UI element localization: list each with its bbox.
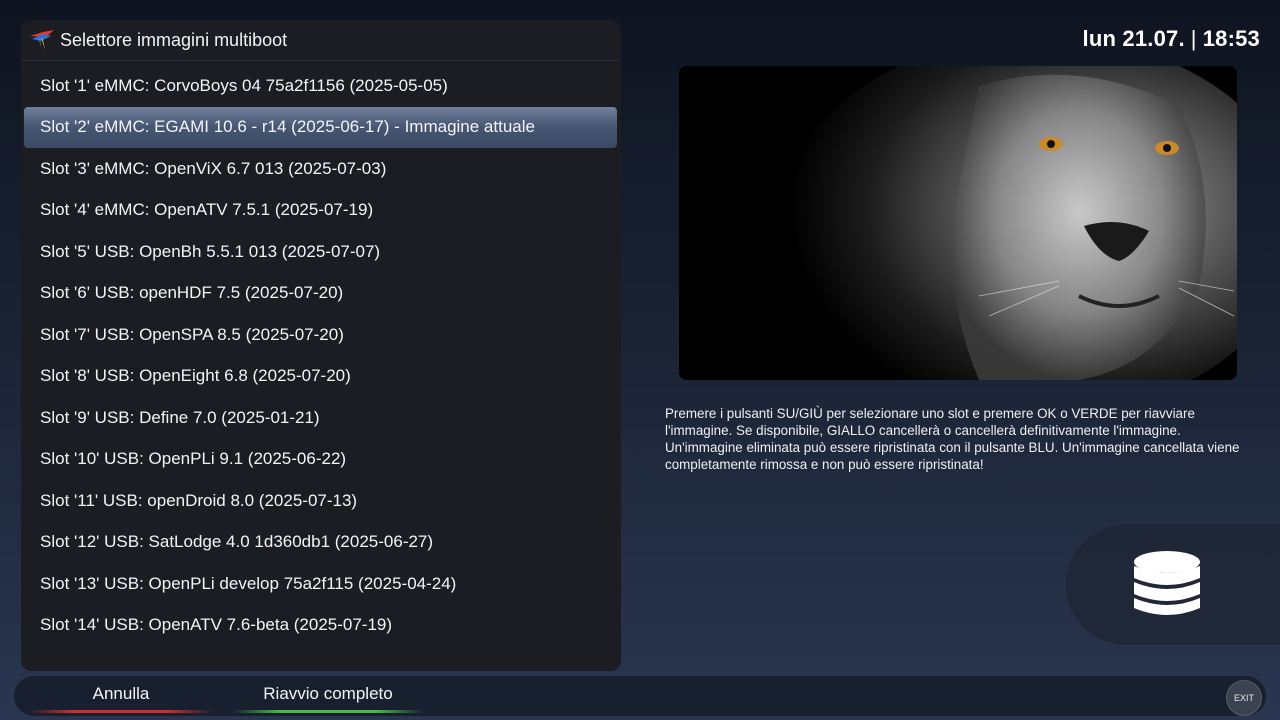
- help-text: Premere i pulsanti SU/GIÙ per selezionar…: [665, 406, 1240, 472]
- clock: lun 21.07. | 18:53: [1083, 26, 1260, 52]
- slot-list-item[interactable]: Slot '4' eMMC: OpenATV 7.5.1 (2025-07-19…: [24, 190, 617, 232]
- clock-date: lun 21.07.: [1082, 26, 1185, 51]
- slot-list-item[interactable]: Slot '14' USB: OpenATV 7.6-beta (2025-07…: [24, 605, 617, 647]
- slot-label: Slot '12' USB: SatLodge 4.0 1d360db1 (20…: [40, 532, 434, 552]
- slot-list-item[interactable]: Slot '5' USB: OpenBh 5.5.1 013 (2025-07-…: [24, 231, 617, 273]
- slot-list-item[interactable]: Slot '3' eMMC: OpenViX 6.7 013 (2025-07-…: [24, 148, 617, 190]
- slot-label: Slot '11' USB: openDroid 8.0 (2025-07-13…: [40, 490, 358, 510]
- slot-list-item[interactable]: Slot '2' eMMC: EGAMI 10.6 - r14 (2025-06…: [24, 106, 617, 148]
- red-key-indicator: [28, 710, 214, 713]
- full-reboot-button[interactable]: Riavvio completo: [232, 676, 424, 716]
- slot-label: Slot '13' USB: OpenPLi develop 75a2f115 …: [40, 573, 457, 593]
- storage-badge: [1066, 525, 1280, 645]
- slot-list-item[interactable]: Slot '7' USB: OpenSPA 8.5 (2025-07-20): [24, 314, 617, 356]
- slot-label: Slot '2' eMMC: EGAMI 10.6 - r14 (2025-06…: [40, 117, 535, 137]
- green-key-indicator: [232, 710, 424, 713]
- slot-label: Slot '8' USB: OpenEight 6.8 (2025-07-20): [40, 366, 351, 386]
- slot-label: Slot '5' USB: OpenBh 5.5.1 013 (2025-07-…: [40, 241, 381, 261]
- slot-label: Slot '3' eMMC: OpenViX 6.7 013 (2025-07-…: [40, 158, 387, 178]
- lion-image: [679, 66, 1237, 380]
- bottom-bar: Annulla Riavvio completo: [14, 676, 1266, 716]
- slot-list-item[interactable]: Slot '8' USB: OpenEight 6.8 (2025-07-20): [24, 356, 617, 398]
- slot-list-item[interactable]: Slot '9' USB: Define 7.0 (2025-01-21): [24, 397, 617, 439]
- database-icon: [1134, 551, 1200, 615]
- slot-list-item[interactable]: Slot '10' USB: OpenPLi 9.1 (2025-06-22): [24, 439, 617, 481]
- slot-list-item[interactable]: Slot '11' USB: openDroid 8.0 (2025-07-13…: [24, 480, 617, 522]
- slot-label: Slot '4' eMMC: OpenATV 7.5.1 (2025-07-19…: [40, 200, 374, 220]
- bird-logo-icon: [30, 30, 54, 50]
- slot-list[interactable]: Slot '1' eMMC: CorvoBoys 04 75a2f1156 (2…: [21, 65, 621, 646]
- page-title: Selettore immagini multiboot: [60, 29, 288, 50]
- clock-separator: |: [1190, 26, 1197, 51]
- clock-time: 18:53: [1202, 26, 1260, 51]
- slot-list-item[interactable]: Slot '6' USB: openHDF 7.5 (2025-07-20): [24, 273, 617, 315]
- panel-header: Selettore immagini multiboot: [21, 20, 621, 61]
- slot-label: Slot '9' USB: Define 7.0 (2025-01-21): [40, 407, 320, 427]
- slot-list-item[interactable]: Slot '1' eMMC: CorvoBoys 04 75a2f1156 (2…: [24, 65, 617, 107]
- cancel-button[interactable]: Annulla: [28, 676, 214, 716]
- slot-list-item[interactable]: Slot '12' USB: SatLodge 4.0 1d360db1 (20…: [24, 522, 617, 564]
- image-preview: [679, 66, 1237, 380]
- slot-label: Slot '1' eMMC: CorvoBoys 04 75a2f1156 (2…: [40, 75, 448, 95]
- exit-button[interactable]: EXIT: [1226, 680, 1262, 716]
- full-reboot-button-label: Riavvio completo: [263, 684, 393, 703]
- slot-label: Slot '14' USB: OpenATV 7.6-beta (2025-07…: [40, 615, 393, 635]
- image-selector-panel: Selettore immagini multiboot Slot '1' eM…: [21, 20, 621, 671]
- cancel-button-label: Annulla: [92, 684, 150, 703]
- slot-label: Slot '7' USB: OpenSPA 8.5 (2025-07-20): [40, 324, 344, 344]
- slot-list-item[interactable]: Slot '13' USB: OpenPLi develop 75a2f115 …: [24, 563, 617, 605]
- slot-label: Slot '10' USB: OpenPLi 9.1 (2025-06-22): [40, 449, 347, 469]
- slot-label: Slot '6' USB: openHDF 7.5 (2025-07-20): [40, 283, 344, 303]
